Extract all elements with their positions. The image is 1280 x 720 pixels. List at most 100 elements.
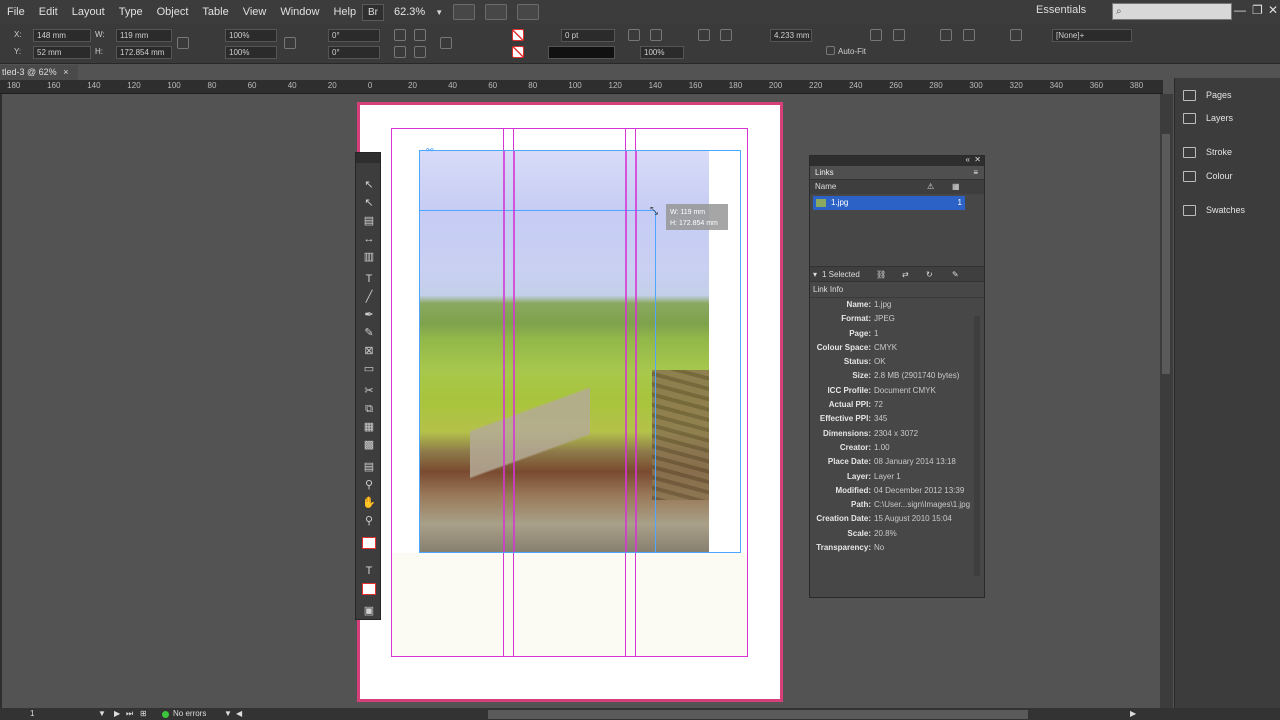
workspace-switcher[interactable]: Essentials <box>1036 4 1086 16</box>
search-input[interactable]: ⌕ <box>1112 3 1232 20</box>
bridge-button[interactable]: Br <box>362 3 384 21</box>
tools-panel-header[interactable] <box>356 153 380 163</box>
go-to-link-icon[interactable]: ⇄ <box>902 267 909 282</box>
link-icon[interactable]: ⚯ <box>426 145 434 156</box>
reference-point-icon[interactable] <box>177 37 189 49</box>
screen-mode-icon[interactable] <box>485 4 508 20</box>
relink-icon[interactable]: ⛓ <box>876 267 886 282</box>
direct-selection-tool[interactable]: ↖ <box>362 197 376 209</box>
stroke-type-select[interactable] <box>548 46 615 59</box>
dimension-field[interactable]: 4.233 mm <box>770 29 812 42</box>
zoom-tool[interactable]: ⚲ <box>362 515 376 527</box>
apply-none-icon[interactable] <box>362 583 376 595</box>
menu-help[interactable]: Help <box>326 6 363 18</box>
preflight-icon[interactable]: ⊞ <box>140 709 147 718</box>
chevron-down-icon[interactable]: ▼ <box>435 8 443 17</box>
align-left-icon[interactable] <box>870 29 882 41</box>
gap-tool[interactable]: ↔ <box>362 233 376 245</box>
free-transform-tool[interactable]: ⧉ <box>362 403 376 415</box>
vertical-ruler[interactable] <box>0 94 2 708</box>
rotate-ccw-icon[interactable] <box>414 29 426 41</box>
collapse-icon[interactable]: « <box>966 155 970 164</box>
menu-table[interactable]: Table <box>195 6 235 18</box>
flip-icon[interactable] <box>394 46 406 58</box>
pen-tool[interactable]: ✒ <box>362 309 376 321</box>
eyedropper-tool[interactable]: ⚲ <box>362 479 376 491</box>
stroke-weight-field[interactable]: 0 pt <box>561 29 615 42</box>
link-row[interactable]: 1.jpg 1 <box>813 196 965 210</box>
gradient-tool[interactable]: ▦ <box>362 421 376 433</box>
scissors-tool[interactable]: ✂ <box>362 385 376 397</box>
view-options-icon[interactable] <box>453 4 476 20</box>
shear-field[interactable]: 0° <box>328 46 380 59</box>
zoom-level[interactable]: 62.3% <box>394 6 425 18</box>
select-container-icon[interactable] <box>440 37 452 49</box>
fit-frame-icon[interactable] <box>720 29 732 41</box>
edit-original-icon[interactable]: ✎ <box>952 267 959 282</box>
menu-edit[interactable]: Edit <box>32 6 65 18</box>
flip-vertical-icon[interactable] <box>414 46 426 58</box>
content-collector-tool[interactable]: ▥ <box>362 251 376 263</box>
link-info-header[interactable]: Link Info <box>810 282 984 298</box>
scroll-right-icon[interactable]: ▶ <box>1130 709 1136 718</box>
dock-colour[interactable]: Colour <box>1183 167 1233 185</box>
chevron-down-icon[interactable]: ▾ <box>813 267 817 282</box>
frame-icon[interactable] <box>628 29 640 41</box>
document-tab[interactable]: tled-3 @ 62% × <box>0 65 78 80</box>
dock-swatches[interactable]: Swatches <box>1183 201 1245 219</box>
screen-mode-icon[interactable]: ▣ <box>362 605 376 617</box>
autofit-checkbox[interactable] <box>826 46 835 55</box>
menu-window[interactable]: Window <box>273 6 326 18</box>
menu-file[interactable]: File <box>0 6 32 18</box>
note-tool[interactable]: ▤ <box>362 461 376 473</box>
close-icon[interactable]: × <box>63 67 68 77</box>
selection-tool[interactable]: ↖ <box>362 179 376 191</box>
height-field[interactable]: 172.854 mm <box>116 46 172 59</box>
fill-swatch[interactable] <box>512 29 524 41</box>
gradient-feather-tool[interactable]: ▩ <box>362 439 376 451</box>
preflight-status[interactable]: No errors <box>173 709 206 718</box>
scale-x-field[interactable]: 100% <box>225 29 277 42</box>
next-page-icon[interactable]: ▶ <box>114 709 120 718</box>
close-icon[interactable]: ✕ <box>974 155 981 164</box>
name-column[interactable]: Name <box>815 182 836 191</box>
horizontal-scroll-thumb[interactable] <box>488 710 1028 719</box>
update-link-icon[interactable]: ↻ <box>926 267 933 282</box>
minimize-button[interactable]: — <box>1234 3 1246 17</box>
dock-layers[interactable]: Layers <box>1183 109 1233 127</box>
vertical-scrollbar[interactable] <box>1160 94 1173 708</box>
constrain-proportions-icon[interactable] <box>284 37 296 49</box>
formatting-icon[interactable]: T <box>362 565 376 577</box>
horizontal-ruler[interactable]: 180 160 140 120 100 80 60 40 20 0 20 40 60 80 100 120 14… <box>0 80 1163 94</box>
panel-menu-icon[interactable]: ≡ <box>973 166 978 180</box>
opacity-field[interactable]: 100% <box>640 46 684 59</box>
chevron-down-icon[interactable]: ▼ <box>98 709 106 718</box>
hand-tool[interactable]: ✋ <box>362 497 376 509</box>
line-tool[interactable]: ╱ <box>362 291 376 303</box>
page-number-field[interactable]: 1 <box>30 709 34 718</box>
type-tool[interactable]: T <box>362 273 376 285</box>
dock-stroke[interactable]: Stroke <box>1183 143 1232 161</box>
rectangle-frame-tool[interactable]: ⊠ <box>362 345 376 357</box>
dock-pages[interactable]: Pages <box>1183 86 1232 104</box>
corner-icon[interactable] <box>650 29 662 41</box>
rotate-field[interactable]: 0° <box>328 29 380 42</box>
pencil-tool[interactable]: ✎ <box>362 327 376 339</box>
chevron-down-icon[interactable]: ▼ <box>224 709 232 718</box>
restore-button[interactable]: ❐ <box>1252 3 1263 17</box>
links-panel-titlebar[interactable]: « ✕ <box>810 155 984 166</box>
page-tool[interactable]: ▤ <box>362 215 376 227</box>
align-right-icon[interactable] <box>1010 29 1022 41</box>
stroke-swatch[interactable] <box>512 46 524 58</box>
distribute-vertical-icon[interactable] <box>963 29 975 41</box>
rectangle-tool[interactable]: ▭ <box>362 363 376 375</box>
rotate-icon[interactable] <box>394 29 406 41</box>
align-center-icon[interactable] <box>893 29 905 41</box>
fit-content-icon[interactable] <box>698 29 710 41</box>
menu-layout[interactable]: Layout <box>65 6 112 18</box>
menu-object[interactable]: Object <box>150 6 196 18</box>
links-column-header[interactable]: Name ⚠ ▦ <box>810 180 984 194</box>
distribute-icon[interactable] <box>940 29 952 41</box>
warning-icon[interactable]: ⚠ <box>927 180 934 194</box>
scroll-thumb[interactable] <box>1162 134 1170 374</box>
